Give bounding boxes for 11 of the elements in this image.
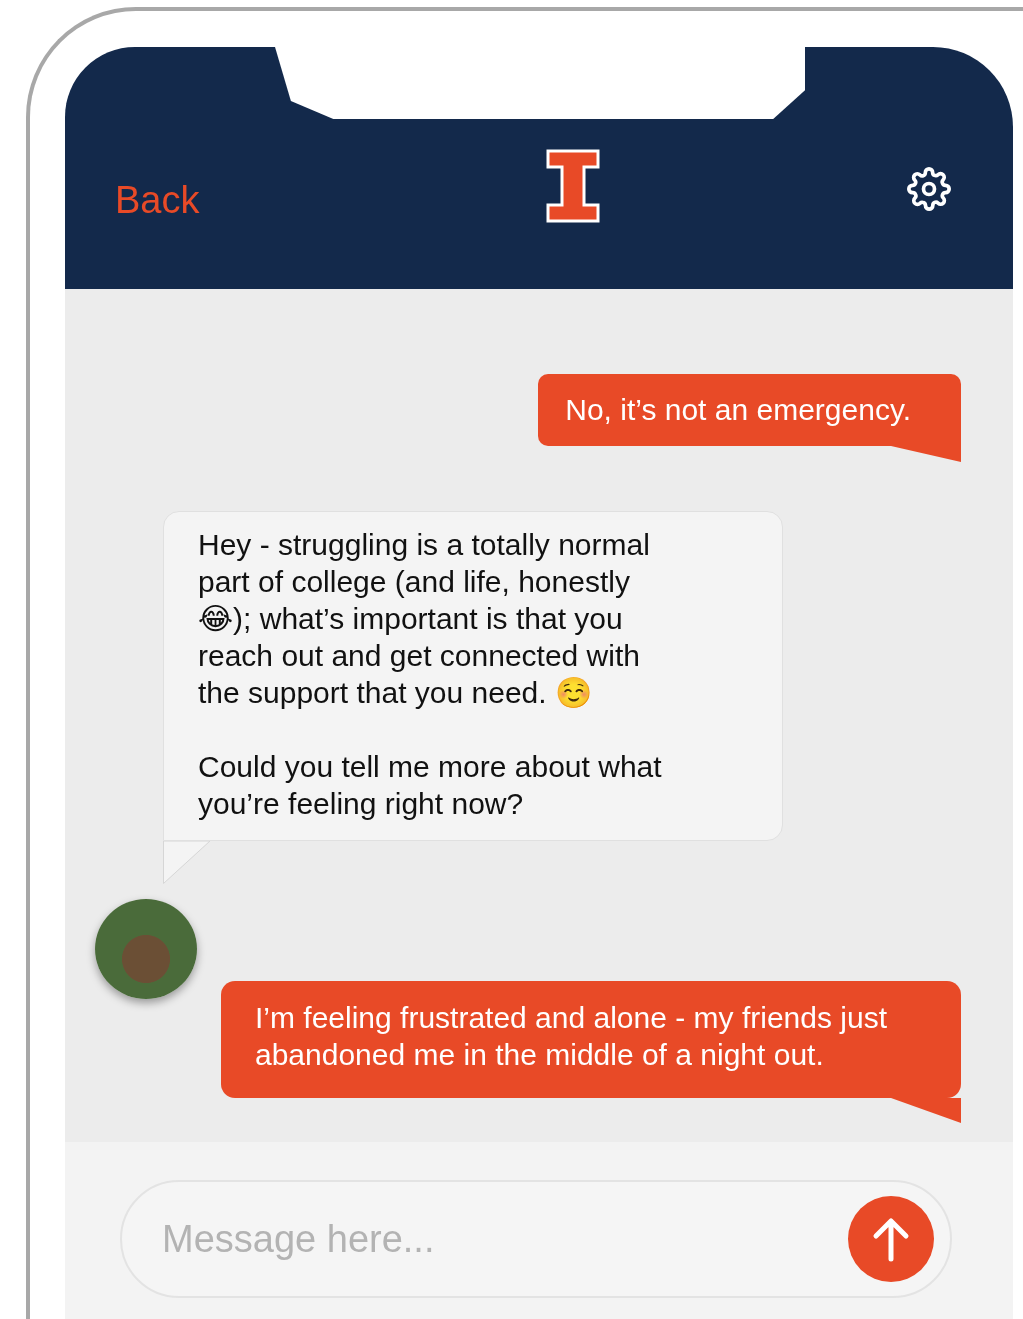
bubble-tail [163,841,210,884]
arrow-up-icon [871,1216,911,1262]
message-composer[interactable]: Message here... [120,1180,952,1298]
settings-icon[interactable] [907,167,951,211]
block-i-logo-icon [546,149,601,223]
message-bubble: Hey - struggling is a totally normal part of college (and life, honestly 😂); what’s important is that you reach out and get connected with the support that you need. ☺ Could you tell me more about what you’re feeling right now? [163,511,783,841]
message-bubble: No, it’s not an emergency. [538,374,961,446]
message-bubble: I’m feeling frustrated and alone - my friends just abandoned me in the middle of a night out. [221,981,961,1098]
send-button[interactable] [848,1196,934,1282]
back-link[interactable]: Back [115,178,200,222]
message-input-field[interactable]: Message here... [160,1216,848,1262]
